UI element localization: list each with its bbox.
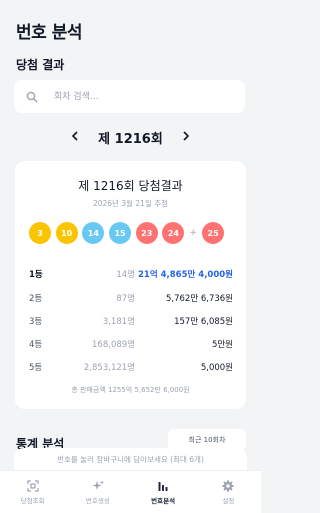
rank-row: 5등 2,853,121명 5,000원 [29, 361, 233, 375]
cart-hint-toast: 번호를 눌러 장바구니에 담아보세요 (최대 6개) [14, 448, 247, 470]
tab-settings[interactable]: 설정 [196, 471, 261, 513]
plus-sign: + [189, 228, 197, 238]
winning-ball[interactable]: 3 [29, 222, 51, 244]
winning-numbers: 3 10 14 15 23 24 + 25 [29, 222, 229, 244]
bottom-tab-bar: 당첨조회 번호생성 번호분석 설정 [0, 470, 261, 513]
rank-label: 3등 [29, 317, 43, 327]
tab-winning-check[interactable]: 당첨조회 [0, 471, 65, 513]
bonus-ball[interactable]: 25 [202, 222, 225, 244]
page-title: 번호 분석 [16, 23, 82, 43]
round-search-input[interactable] [52, 90, 236, 103]
prize-amount: 5,000원 [200, 363, 233, 373]
tab-label: 번호생성 [85, 496, 110, 505]
sparkle-icon [92, 480, 104, 492]
rank-row: 3등 3,181명 157만 6,085원 [29, 315, 233, 329]
winning-ball[interactable]: 14 [82, 222, 105, 244]
draw-result-card: 제 1216회 당첨결과 2026년 3월 21일 추첨 3 10 14 15 … [15, 161, 246, 409]
rank-row: 2등 87명 5,762만 6,736원 [29, 292, 233, 306]
winning-ball[interactable]: 23 [135, 222, 158, 244]
tab-label: 번호분석 [151, 496, 176, 505]
tab-number-analysis[interactable]: 번호분석 [131, 471, 196, 513]
tab-number-generate[interactable]: 번호생성 [65, 471, 130, 513]
search-icon [26, 91, 38, 103]
round-navigator: 제 1216회 [0, 128, 261, 147]
card-title: 제 1216회 당첨결과 [78, 179, 183, 193]
draw-date: 2026년 3월 21일 추첨 [92, 199, 169, 208]
winner-count: 87명 [116, 294, 135, 304]
prize-amount: 21억 4,865만 4,000원 [138, 270, 233, 280]
rank-label: 2등 [29, 294, 43, 304]
chevron-right-icon [183, 131, 189, 141]
rank-label: 4등 [29, 340, 43, 350]
winner-count: 3,181명 [102, 317, 135, 327]
winning-ball[interactable]: 24 [162, 222, 185, 244]
tab-label: 당첨조회 [20, 496, 45, 505]
rank-row: 4등 168,089명 5만원 [29, 338, 233, 352]
chevron-left-icon [72, 131, 78, 141]
gear-icon [222, 479, 235, 492]
prize-amount: 157만 6,085원 [174, 317, 233, 327]
qr-scan-icon [27, 479, 39, 492]
rank-row: 1등 14명 21억 4,865만 4,000원 [29, 268, 233, 282]
winner-count: 14명 [116, 270, 135, 280]
rank-label: 1등 [29, 270, 43, 280]
winner-count: 2,853,121명 [83, 363, 135, 373]
rank-label: 5등 [29, 363, 43, 373]
winning-ball[interactable]: 10 [55, 222, 78, 244]
total-sales: 총 판매금액 1255억 5,652만 6,000원 [71, 386, 190, 394]
prev-round-button[interactable] [68, 130, 82, 145]
prize-amount: 5만원 [211, 340, 233, 350]
bar-chart-icon [157, 480, 169, 492]
round-label: 제 1216회 [98, 132, 163, 147]
prize-amount: 5,762만 6,736원 [165, 294, 233, 304]
next-round-button[interactable] [179, 130, 193, 145]
winner-count: 168,089명 [92, 340, 135, 350]
tab-label: 설정 [222, 496, 235, 505]
winning-ball[interactable]: 15 [109, 222, 132, 244]
section-title-results: 당첨 결과 [16, 58, 65, 72]
round-search-box[interactable] [14, 80, 245, 113]
